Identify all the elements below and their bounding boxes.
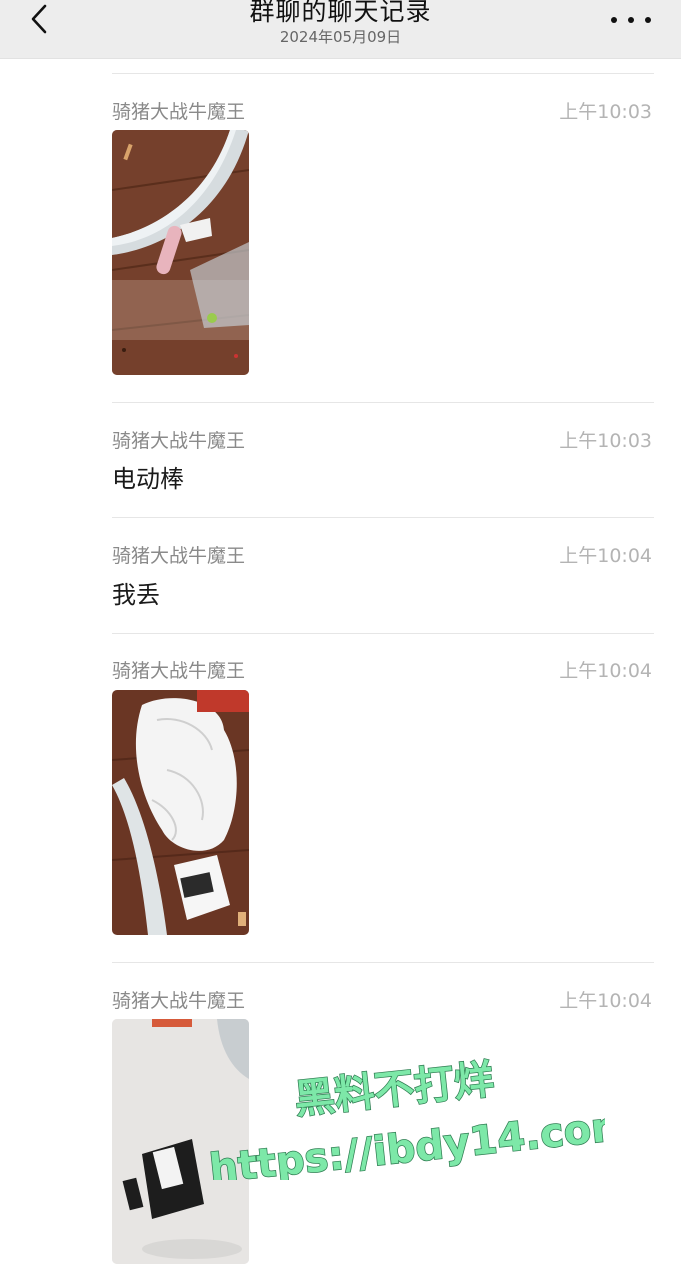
message-header: 骑猪大战牛魔王 上午10:04 [112, 541, 654, 567]
more-dots-icon [628, 17, 634, 23]
message-header: 骑猪大战牛魔王 上午10:04 [112, 656, 654, 682]
more-dots-icon [611, 17, 617, 23]
message-text: 我丢 [112, 581, 160, 609]
watermark-url: https://ibdy14.com [207, 1102, 605, 1180]
more-dots-icon [645, 17, 651, 23]
message-photo[interactable] [112, 130, 249, 375]
divider [112, 402, 654, 403]
message-text: 电动棒 [112, 465, 184, 493]
message-header: 骑猪大战牛魔王 上午10:03 [112, 426, 654, 452]
photo-image [112, 130, 249, 375]
sender-name: 骑猪大战牛魔王 [112, 101, 246, 123]
navbar: 群聊的聊天记录 2024年05月09日 [0, 0, 681, 59]
sender-name: 骑猪大战牛魔王 [112, 660, 246, 682]
divider [112, 517, 654, 518]
message-photo[interactable] [112, 1019, 249, 1264]
message-time: 上午10:03 [559, 430, 652, 452]
message-time: 上午10:04 [559, 990, 652, 1012]
page-title: 群聊的聊天记录 [249, 0, 432, 26]
message-photo[interactable] [112, 690, 249, 935]
watermark-title: 黑料不打烊 [292, 1057, 496, 1124]
watermark: 黑料不打烊 https://ibdy14.com [206, 1056, 605, 1180]
sender-name: 骑猪大战牛魔王 [112, 990, 246, 1012]
message-header: 骑猪大战牛魔王 上午10:03 [112, 97, 654, 123]
sender-name: 骑猪大战牛魔王 [112, 430, 246, 452]
message-header: 骑猪大战牛魔王 上午10:04 [112, 986, 654, 1012]
divider [112, 73, 654, 74]
message-time: 上午10:03 [559, 101, 652, 123]
divider [112, 962, 654, 963]
more-button[interactable] [611, 10, 651, 30]
message-time: 上午10:04 [559, 545, 652, 567]
divider [112, 633, 654, 634]
photo-image [112, 690, 249, 935]
photo-image [112, 1019, 249, 1264]
sender-name: 骑猪大战牛魔王 [112, 545, 246, 567]
message-time: 上午10:04 [559, 660, 652, 682]
page-subtitle: 2024年05月09日 [279, 28, 402, 46]
